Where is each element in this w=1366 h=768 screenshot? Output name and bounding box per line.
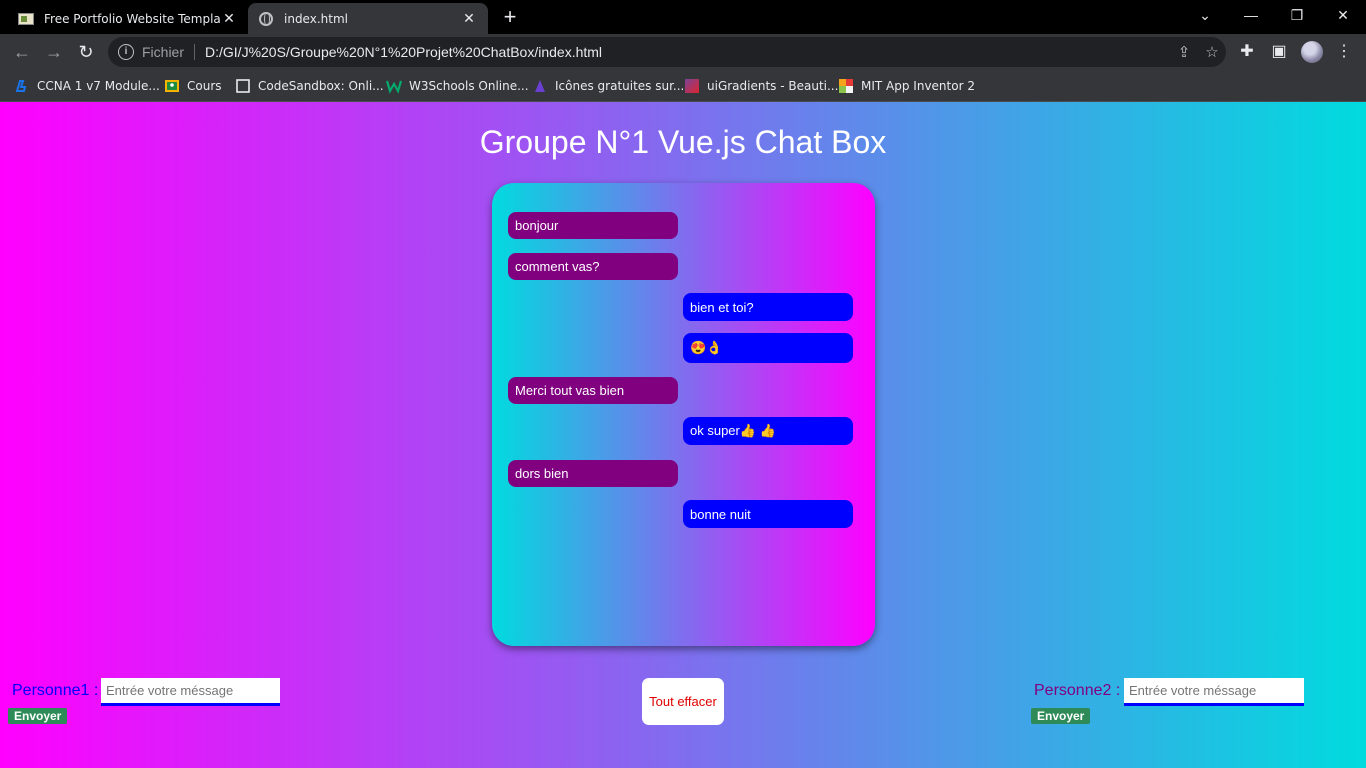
bookmarks-bar: CCNA 1 v7 Module... Cours CodeSandbox: O… [0, 70, 1366, 102]
message-bubble-person1: dors bien [508, 460, 678, 487]
bookmark-w3schools[interactable]: W3Schools Online... [386, 76, 529, 96]
person1-label: Personne1 : [12, 682, 99, 699]
tab-title: Free Portfolio Website Templates [44, 11, 220, 26]
message-bubble-person2: bonne nuit [683, 500, 853, 528]
bookmark-label: CodeSandbox: Onli... [258, 79, 384, 93]
icons-site-icon [535, 80, 545, 92]
close-tab-icon[interactable]: ✕ [220, 11, 238, 27]
bookmark-label: W3Schools Online... [409, 79, 529, 93]
w3schools-icon [386, 80, 402, 94]
extensions-puzzle-icon[interactable]: ✚ [1235, 40, 1259, 64]
portfolio-favicon-icon [18, 11, 34, 27]
page-title: Groupe N°1 Vue.js Chat Box [479, 124, 887, 160]
back-arrow-icon[interactable]: ← [10, 40, 34, 64]
new-tab-button[interactable]: + [498, 5, 522, 29]
forward-arrow-icon[interactable]: → [42, 40, 66, 64]
bookmark-star-icon[interactable]: ☆ [1198, 43, 1226, 61]
page-content: Groupe N°1 Vue.js Chat Box bonjour comme… [0, 102, 1366, 768]
close-window-button[interactable]: ✕ [1320, 0, 1366, 30]
tab-index-html[interactable]: index.html ✕ [248, 3, 488, 34]
codesandbox-icon [236, 79, 250, 93]
clear-all-button[interactable]: Tout effacer [642, 678, 724, 725]
message-bubble-person2: bien et toi? [683, 293, 853, 321]
bookmark-cours[interactable]: Cours [164, 76, 222, 96]
ccna-icon [15, 80, 27, 92]
profile-avatar[interactable] [1301, 41, 1323, 63]
tab-title: index.html [284, 11, 348, 26]
bookmark-uigradients[interactable]: uiGradients - Beauti... [684, 76, 838, 96]
address-bar[interactable]: i Fichier D:/GI/J%20S/Groupe%20N°1%20Pro… [108, 37, 1226, 67]
classroom-icon [165, 80, 179, 92]
info-icon[interactable]: i [118, 44, 134, 60]
tab-portfolio-templates[interactable]: Free Portfolio Website Templates ✕ [8, 3, 248, 34]
message-bubble-person1: comment vas? [508, 253, 678, 280]
more-menu-icon[interactable]: ⋮ [1332, 40, 1356, 64]
message-bubble-person1: bonjour [508, 212, 678, 239]
message-bubble-person2: ok super👍 👍 [683, 417, 853, 445]
bookmark-label: CCNA 1 v7 Module... [37, 79, 160, 93]
side-panel-icon[interactable]: ▣ [1267, 40, 1291, 64]
tab-search-chevron-icon[interactable]: ⌄ [1182, 0, 1228, 30]
globe-icon [258, 11, 274, 27]
url-text[interactable]: D:/GI/J%20S/Groupe%20N°1%20Projet%20Chat… [205, 44, 1170, 60]
bookmark-label: uiGradients - Beauti... [707, 79, 839, 93]
bookmark-codesandbox[interactable]: CodeSandbox: Onli... [235, 76, 384, 96]
close-tab-icon[interactable]: ✕ [460, 11, 478, 27]
bookmark-app-inventor[interactable]: MIT App Inventor 2 [838, 76, 975, 96]
chat-box: bonjour comment vas? bien et toi? 😍👌 Mer… [492, 183, 875, 646]
bookmark-icones-gratuites[interactable]: Icônes gratuites sur... [532, 76, 684, 96]
browser-toolbar: ← → ↻ i Fichier D:/GI/J%20S/Groupe%20N°1… [0, 34, 1366, 70]
bookmark-ccna[interactable]: CCNA 1 v7 Module... [14, 76, 160, 96]
restore-button[interactable]: ❐ [1274, 0, 1320, 30]
app-inventor-icon [839, 79, 853, 93]
share-icon[interactable]: ⇪ [1170, 43, 1198, 61]
message-bubble-person1: Merci tout vas bien [508, 377, 678, 404]
person2-send-button[interactable]: Envoyer [1031, 708, 1091, 724]
message-bubble-person2: 😍👌 [683, 333, 853, 363]
bookmark-label: Cours [187, 79, 222, 93]
bookmark-label: MIT App Inventor 2 [861, 79, 975, 93]
person2-message-input[interactable] [1124, 678, 1304, 706]
person2-label: Personne2 : [1034, 682, 1121, 699]
person1-send-button[interactable]: Envoyer [8, 708, 68, 724]
tab-strip: Free Portfolio Website Templates ✕ index… [0, 0, 1366, 34]
address-divider [194, 44, 196, 60]
reload-icon[interactable]: ↻ [74, 40, 98, 64]
minimize-button[interactable]: — [1228, 0, 1274, 30]
person1-message-input[interactable] [101, 678, 280, 706]
bookmark-label: Icônes gratuites sur... [555, 79, 685, 93]
uigradients-icon [685, 79, 699, 93]
security-label: Fichier [142, 44, 185, 60]
